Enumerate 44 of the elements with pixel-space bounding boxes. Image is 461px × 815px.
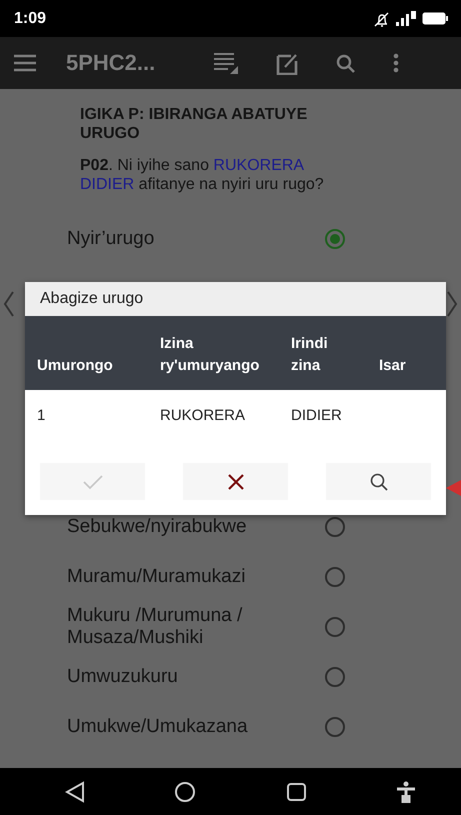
search-icon[interactable] [336, 54, 355, 72]
search-icon [370, 472, 388, 490]
back-icon[interactable] [64, 780, 85, 802]
signal-icon [396, 11, 416, 26]
table-cell-text: DIDIER [290, 406, 343, 426]
option-label: Sebukwe/nyirabukwe [67, 516, 248, 538]
radio-button[interactable] [325, 517, 345, 537]
radio-button[interactable] [325, 667, 345, 687]
pointer-icon [446, 480, 461, 496]
list-icon[interactable] [214, 52, 238, 74]
option-label: Mukuru /Murumuna / Musaza/Mushiki [67, 605, 244, 649]
column-header: Isar [367, 316, 446, 390]
more-icon[interactable] [393, 53, 399, 73]
column-header: Irindi zina [279, 316, 367, 390]
radio-button[interactable] [325, 229, 345, 249]
search-button[interactable] [326, 463, 431, 500]
accessibility-icon[interactable] [396, 780, 416, 802]
option-label: Muramu/Muramukazi [67, 566, 246, 588]
toolbar-title: 5PHC2... [66, 50, 156, 76]
radio-button[interactable] [325, 617, 345, 637]
close-icon [226, 472, 244, 490]
table-cell-text: 1 [36, 406, 46, 426]
edit-icon[interactable] [276, 52, 298, 74]
recents-icon[interactable] [286, 782, 307, 802]
column-header: Umurongo [25, 316, 148, 390]
section-title: IGIKA P: IBIRANGA ABATUYE URUGO [80, 105, 308, 143]
column-header: Izina ry'umuryango [148, 316, 279, 390]
option-label: Umwuzukuru [67, 666, 179, 688]
radio-button[interactable] [325, 717, 345, 737]
status-time: 1:09 [14, 10, 46, 28]
chevron-left-icon[interactable] [3, 290, 15, 318]
dialog-title: Abagize urugo [25, 282, 446, 316]
option-label: Nyir’urugo [67, 228, 156, 250]
menu-icon[interactable] [14, 54, 36, 72]
bell-off-icon [373, 10, 390, 26]
option-label: Umukwe/Umukazana [67, 716, 249, 738]
chevron-right-icon[interactable] [446, 290, 458, 318]
check-icon [82, 472, 104, 490]
radio-button[interactable] [325, 567, 345, 587]
home-icon[interactable] [174, 780, 196, 802]
cancel-button[interactable] [183, 463, 288, 500]
table-cell-text: RUKORERA [159, 406, 246, 426]
battery-icon [422, 12, 449, 25]
question-text: P02. Ni iyihe sano RUKORERA DIDIER afitanye na nyiri uru rugo? [80, 156, 325, 194]
